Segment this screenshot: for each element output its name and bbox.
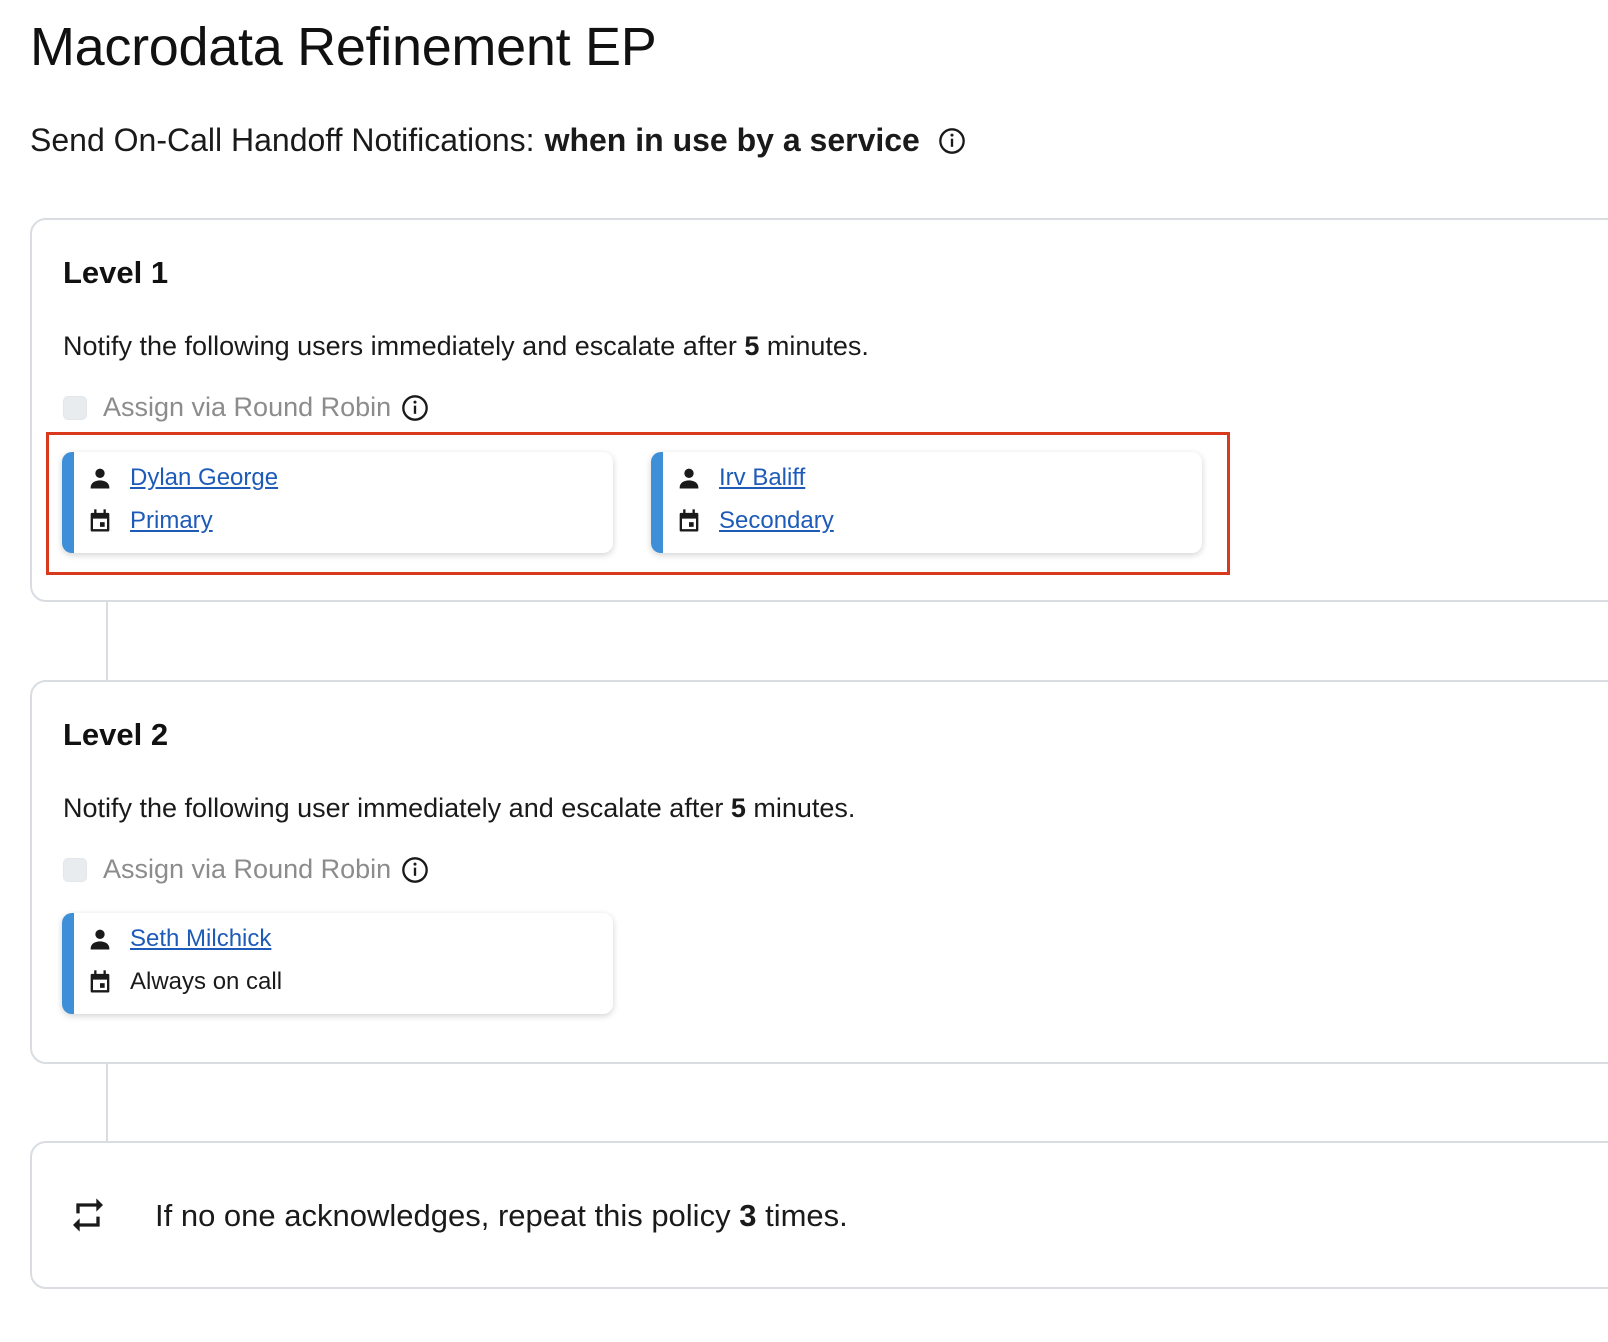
level-connector: [106, 1064, 108, 1141]
repeat-count: 3: [739, 1198, 757, 1233]
target-card: Seth Milchick Always on call: [62, 913, 613, 1014]
round-robin-option: Assign via Round Robin: [63, 854, 429, 885]
repeat-suffix: times.: [765, 1198, 848, 1233]
page-title: Macrodata Refinement EP: [30, 17, 657, 77]
level-desc-prefix: Notify the following user immediately an…: [63, 793, 724, 823]
user-link[interactable]: Seth Milchick: [130, 925, 271, 953]
level-title: Level 2: [63, 717, 169, 752]
person-icon: [86, 925, 114, 953]
level-description: Notify the following users immediately a…: [63, 331, 869, 362]
handoff-label: Send On-Call Handoff Notifications:: [30, 122, 535, 158]
level-desc-prefix: Notify the following users immediately a…: [63, 331, 737, 361]
escalation-minutes: 5: [744, 331, 760, 361]
repeat-icon: [68, 1195, 108, 1235]
info-icon[interactable]: [401, 856, 429, 884]
level-2-card: Level 2 Notify the following user immedi…: [30, 680, 1608, 1064]
schedule-text: Always on call: [130, 968, 283, 995]
level-desc-suffix: minutes.: [766, 331, 869, 361]
level-title: Level 1: [63, 255, 169, 290]
info-icon[interactable]: [401, 394, 429, 422]
round-robin-checkbox[interactable]: [63, 395, 87, 420]
level-desc-suffix: minutes.: [753, 793, 856, 823]
round-robin-label: Assign via Round Robin: [103, 854, 392, 884]
round-robin-label: Assign via Round Robin: [103, 392, 392, 422]
repeat-prefix: If no one acknowledges, repeat this poli…: [155, 1198, 731, 1233]
info-icon[interactable]: [938, 127, 966, 155]
round-robin-option: Assign via Round Robin: [63, 392, 429, 423]
escalation-minutes: 5: [730, 793, 746, 823]
level-connector: [106, 602, 108, 680]
repeat-description: If no one acknowledges, repeat this poli…: [155, 1198, 848, 1234]
calendar-icon: [86, 968, 114, 996]
handoff-value: when in use by a service: [544, 122, 920, 158]
round-robin-checkbox[interactable]: [63, 857, 87, 882]
handoff-setting: Send On-Call Handoff Notifications: when…: [30, 122, 966, 159]
repeat-policy-card: If no one acknowledges, repeat this poli…: [30, 1141, 1608, 1289]
highlight-annotation: [46, 432, 1230, 575]
level-description: Notify the following user immediately an…: [63, 793, 855, 824]
